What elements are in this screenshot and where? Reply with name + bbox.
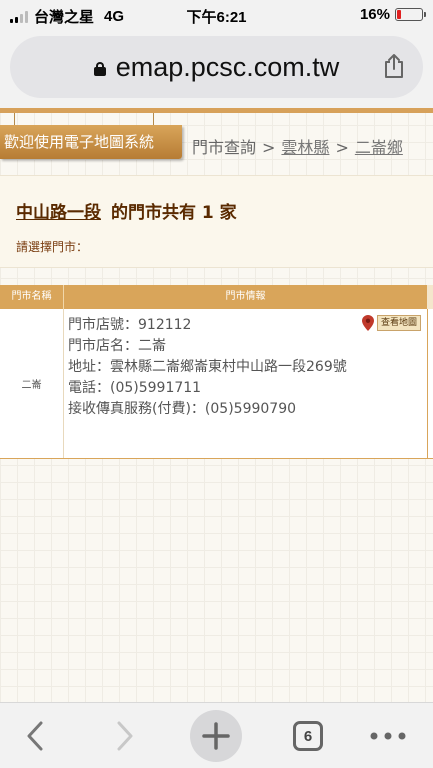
tabs-button[interactable]: 6: [288, 703, 328, 768]
site-nav: 歡迎使用電子地圖系統 門市查詢 > 雲林縣 > 二崙鄉: [0, 125, 433, 165]
result-summary: 中山路一段 的門市共有 1 家 請選擇門市：: [0, 175, 433, 268]
select-store-prompt: 請選擇門市：: [16, 240, 89, 254]
web-page: 歡迎使用電子地圖系統 門市查詢 > 雲林縣 > 二崙鄉 中山路一段 的門市共有 1 家 請…: [0, 108, 433, 702]
back-chevron-icon: [27, 721, 43, 751]
lock-icon: [93, 62, 106, 76]
browser-toolbar: 6: [0, 702, 433, 768]
result-count-text: 的門市共有 1 家: [111, 203, 237, 223]
more-dots-icon: [370, 732, 406, 740]
battery-percent: 16%: [359, 6, 390, 23]
store-info-cell: 門市店號：912112 門市店名：二崙 地址：雲林縣二崙鄉崙東村中山路一段269…: [64, 309, 427, 458]
header-store-name: 門市名稱: [0, 285, 64, 309]
browser-address-area: emap.pcsc.com.tw: [0, 30, 433, 108]
breadcrumb-county-link[interactable]: 雲林縣: [281, 138, 329, 157]
plus-icon: [202, 722, 230, 750]
breadcrumb-separator: >: [335, 138, 349, 157]
tab-count: 6: [303, 727, 313, 745]
new-tab-circle: [190, 710, 242, 762]
store-name: 門市店名：二崙: [68, 338, 166, 354]
forward-button[interactable]: [105, 703, 145, 768]
table-header: 門市名稱 門市情報: [0, 285, 433, 309]
map-pin-icon: [361, 315, 374, 331]
header-spacer: [427, 285, 433, 309]
status-bar: 台灣之星 4G 下午6:21 16%: [0, 0, 433, 30]
back-button[interactable]: [15, 703, 55, 768]
store-table: 門市名稱 門市情報 二崙 門市店號：912112 門市店名：二崙 地址：雲林縣二…: [0, 285, 433, 459]
tabs-icon: 6: [293, 721, 323, 751]
table-row[interactable]: 二崙 門市店號：912112 門市店名：二崙 地址：雲林縣二崙鄉崙東村中山路一段…: [0, 309, 433, 459]
view-map-label: 查看地圖: [376, 315, 421, 331]
breadcrumb-township-link[interactable]: 二崙鄉: [355, 138, 403, 157]
result-title: 中山路一段 的門市共有 1 家: [16, 198, 237, 223]
battery-icon: [395, 8, 426, 21]
more-button[interactable]: [364, 703, 412, 768]
forward-chevron-icon: [117, 721, 133, 751]
breadcrumb-separator: >: [262, 138, 276, 157]
store-address: 地址：雲林縣二崙鄉崙東村中山路一段269號: [68, 359, 347, 375]
store-name-cell[interactable]: 二崙: [0, 309, 64, 458]
url-text: emap.pcsc.com.tw: [115, 51, 340, 82]
road-name-link[interactable]: 中山路一段: [16, 203, 101, 223]
row-spacer: [427, 309, 433, 458]
header-store-info: 門市情報: [225, 291, 266, 302]
status-right: 16%: [359, 6, 426, 23]
share-icon[interactable]: [383, 53, 405, 79]
welcome-tab[interactable]: 歡迎使用電子地圖系統: [0, 125, 182, 159]
breadcrumb: 門市查詢 > 雲林縣 > 二崙鄉: [192, 134, 403, 158]
tab-decoration: [14, 113, 154, 125]
store-fax: 接收傳真服務(付費)：(05)5990790: [68, 401, 297, 417]
breadcrumb-root[interactable]: 門市查詢: [192, 138, 256, 157]
store-phone: 電話：(05)5991711: [68, 380, 202, 396]
address-bar[interactable]: emap.pcsc.com.tw: [10, 36, 423, 98]
view-map-button[interactable]: 查看地圖: [361, 315, 421, 331]
new-tab-button[interactable]: [189, 703, 243, 768]
